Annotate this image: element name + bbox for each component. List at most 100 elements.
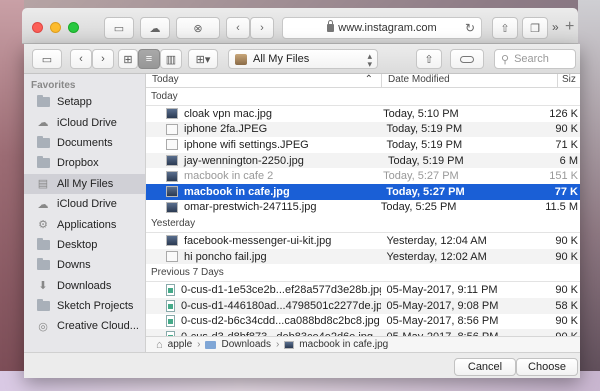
name-column-header[interactable]: Today ⌃ — [146, 74, 382, 87]
sidebar-item[interactable]: Setapp — [24, 92, 145, 112]
list-icon: ≡ — [145, 53, 153, 65]
minimize-window-button[interactable] — [50, 22, 61, 33]
cloud-icon: ☁ — [37, 198, 49, 211]
date-column-header[interactable]: Date Modified — [382, 74, 558, 87]
sidebar-item[interactable]: Downs — [24, 255, 145, 275]
file-date: Today, 5:19 PM — [386, 123, 463, 136]
file-name: 0-cus-d2-b6c34cdd...ca088bd8c2bc8.jpg — [181, 315, 380, 328]
file-size: 151 K — [549, 170, 578, 183]
columns-icon: ▥ — [165, 53, 177, 66]
sidebar-item[interactable]: ⚙ Applications — [24, 214, 145, 234]
close-window-button[interactable] — [32, 22, 43, 33]
refresh-icon[interactable]: ↻ — [465, 21, 475, 35]
file-name: facebook-messenger-ui-kit.jpg — [184, 234, 332, 247]
tag-button[interactable] — [450, 49, 484, 69]
arrange-button[interactable]: ⊞▾ — [188, 49, 218, 69]
address-bar[interactable]: www.instagram.com ↻ — [282, 17, 482, 39]
cloud-icon: ☁ — [149, 22, 161, 35]
sidebar-item[interactable]: ☁ iCloud Drive — [24, 194, 145, 214]
size-column-header[interactable]: Siz — [558, 74, 576, 87]
file-name-cell: iphone wifi settings.JPEG — [146, 139, 381, 151]
share-button[interactable]: ⇧ — [492, 17, 518, 39]
file-date: 05-May-2017, 9:08 PM — [386, 299, 499, 312]
folder-icon — [36, 95, 50, 108]
icon-view-button[interactable]: ⊞ — [118, 49, 138, 69]
column-view-button[interactable]: ▥ — [160, 49, 182, 69]
forward-button[interactable]: › — [250, 17, 274, 39]
sidebar-item[interactable]: ⬇ Downloads — [24, 276, 145, 296]
file-name: omar-prestwich-247115.jpg — [184, 201, 317, 214]
add-tab-icon[interactable]: + — [565, 18, 574, 36]
more-icon[interactable]: » — [552, 20, 559, 34]
file-row[interactable]: macbook in cafe.jpg Today, 5:27 PM 77 K — [146, 183, 580, 200]
file-row[interactable]: 0-cus-d3-d8bf873...deb83ce4e2d6e.jpg05-M… — [146, 329, 580, 336]
folder-icon — [205, 340, 217, 349]
file-size: 126 K — [549, 107, 578, 120]
image-file-icon — [166, 315, 175, 328]
forward-icon: › — [260, 22, 264, 34]
chevron-updown-icon: ▴ ▾ — [367, 51, 372, 69]
sidebar-item[interactable]: Documents — [24, 133, 145, 153]
cancel-button[interactable]: Cancel — [454, 358, 516, 376]
file-name: iphone 2fa.JPEG — [184, 123, 268, 136]
file-row[interactable]: 0-cus-d1-446180ad...4798501c2277de.jpg 05… — [146, 297, 580, 314]
file-row[interactable]: facebook-messenger-ui-kit.jpg Yesterday, … — [146, 233, 580, 249]
group-header: Yesterday — [146, 215, 580, 234]
arrange-icon: ⊞▾ — [195, 53, 211, 66]
file-row[interactable]: iphone wifi settings.JPEG Today, 5:19 PM 7… — [146, 137, 580, 153]
file-row[interactable]: macbook in cafe 2 Today, 5:27 PM 151 K — [146, 168, 580, 184]
image-file-icon — [166, 123, 178, 135]
file-name-cell: 0-cus-d2-b6c34cdd...ca088bd8c2bc8.jpg — [146, 315, 381, 328]
file-name-cell: facebook-messenger-ui-kit.jpg — [146, 235, 381, 247]
file-row[interactable]: hi poncho fail.jpg Yesterday, 12:02 AM 90 … — [146, 248, 580, 265]
sidebar-item[interactable]: Dropbox — [24, 153, 145, 173]
toggle-sidebar-button[interactable]: ▭ — [32, 49, 62, 69]
downloads-icon: ⬇ — [38, 280, 48, 293]
file-row[interactable]: 0-cus-d1-1e53ce2b...ef28a577d3e28b.jpg 05… — [146, 282, 580, 298]
image-file-icon — [166, 139, 178, 151]
tag-icon — [460, 55, 474, 63]
file-row[interactable]: iphone 2fa.JPEG Today, 5:19 PM 90 K — [146, 121, 580, 138]
location-popup[interactable]: All My Files ▴ ▾ — [228, 49, 378, 69]
sidebar-item-label: Downs — [57, 259, 91, 272]
path-item[interactable]: apple — [168, 339, 192, 350]
sidebar-item-label: iCloud Drive — [57, 116, 117, 129]
location-label: All My Files — [253, 53, 310, 65]
file-row[interactable]: jay-wennington-2250.jpg Today, 5:19 PM 6 M — [146, 152, 580, 169]
file-row[interactable]: 0-cus-d2-b6c34cdd...ca088bd8c2bc8.jpg 05-… — [146, 314, 580, 330]
applications-icon: ⚙ — [38, 219, 48, 232]
file-date: 05-May-2017, 9:11 PM — [386, 284, 498, 297]
group-header: Today — [146, 88, 580, 106]
sidebar-toggle-button[interactable]: ▭ — [104, 17, 134, 39]
file-name-cell: 0-cus-d1-446180ad...4798501c2277de.jpg — [146, 299, 381, 312]
icloud-tabs-button[interactable]: ☁ — [140, 17, 170, 39]
sidebar-item-label: Sketch Projects — [57, 300, 134, 313]
file-row[interactable]: cloak vpn mac.jpg Today, 5:10 PM 126 K — [146, 106, 580, 122]
tab-overview-button[interactable]: ⊗ — [176, 17, 220, 39]
sidebar-item-label: All My Files — [57, 177, 114, 190]
sidebar-item[interactable]: ▤ All My Files — [24, 173, 145, 194]
search-field[interactable]: ⚲ Search — [494, 49, 576, 69]
back-button[interactable]: ‹ — [70, 49, 92, 69]
list-view-button[interactable]: ≡ — [138, 49, 160, 69]
sidebar-item[interactable]: ☁ iCloud Drive — [24, 112, 145, 132]
forward-button[interactable]: › — [92, 49, 114, 69]
grid-icon: ⊞ — [123, 53, 133, 66]
choose-button[interactable]: Choose — [516, 358, 578, 376]
lock-icon — [327, 20, 335, 32]
sidebar-item[interactable]: Desktop — [24, 235, 145, 255]
share-button[interactable]: ⇧ — [416, 49, 442, 69]
image-file-icon — [166, 108, 178, 120]
dialog-toolbar: ▭ ‹ › ⊞ ≡ ▥ ⊞▾ All My Files ▴ ▾ ⇧ ⚲ Sear… — [24, 44, 580, 74]
path-bar: ⌂ apple › Downloads › macbook in cafe.jp… — [146, 336, 580, 352]
sidebar-item[interactable]: Sketch Projects — [24, 296, 145, 316]
image-file-icon — [166, 170, 178, 182]
safari-toolbar: ▭ ☁ ⊗ ‹ › www.instagram.com ↻ ⇧ ❐ » + — [22, 8, 578, 44]
sidebar-item[interactable]: ◎ Creative Cloud... — [24, 316, 145, 336]
back-button[interactable]: ‹ — [226, 17, 250, 39]
path-item[interactable]: Downloads — [221, 339, 270, 350]
file-row[interactable]: omar-prestwich-247115.jpg Today, 5:25 PM 1… — [146, 200, 580, 216]
path-item[interactable]: macbook in cafe.jpg — [299, 339, 388, 350]
zoom-window-button[interactable] — [68, 22, 79, 33]
show-tabs-button[interactable]: ❐ — [522, 17, 548, 39]
